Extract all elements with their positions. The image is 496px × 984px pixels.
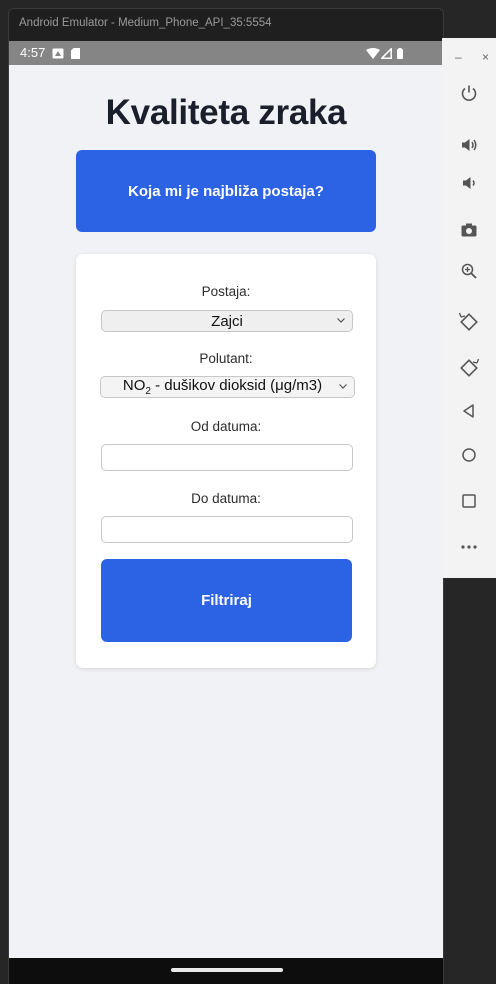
- power-icon: [461, 85, 477, 101]
- filter-card: Postaja: Zajci Polutant: NO2 - dušikov d…: [76, 254, 376, 668]
- pollutant-select-value: NO2 - dušikov dioksid (μg/m3): [123, 377, 322, 397]
- page-title: Kvaliteta zraka: [105, 93, 347, 132]
- filter-button[interactable]: Filtriraj: [101, 559, 352, 642]
- screenshot-button[interactable]: [457, 218, 481, 242]
- home-button[interactable]: [457, 443, 481, 467]
- more-icon: [461, 545, 477, 549]
- more-button[interactable]: [457, 535, 481, 559]
- overview-button[interactable]: [457, 489, 481, 513]
- to-date-label: Do datuma:: [191, 491, 261, 506]
- rotate-left-button[interactable]: [457, 310, 481, 334]
- from-date-input[interactable]: [101, 444, 353, 471]
- emulator-window: Android Emulator - Medium_Phone_API_35:5…: [8, 8, 444, 984]
- window-title: Android Emulator - Medium_Phone_API_35:5…: [19, 17, 272, 29]
- back-button[interactable]: [457, 399, 481, 423]
- pollutant-select[interactable]: NO2 - dušikov dioksid (μg/m3): [100, 376, 355, 398]
- overview-icon: [462, 494, 476, 508]
- rotate-right-icon: [460, 358, 480, 377]
- minimize-button[interactable]: –: [455, 50, 462, 64]
- close-button[interactable]: ×: [482, 50, 489, 64]
- volume-up-button[interactable]: [457, 133, 481, 157]
- pollutant-label: Polutant:: [199, 351, 253, 366]
- status-bar: 4:57: [9, 41, 443, 65]
- pollutant-name: - dušikov dioksid (μg/m3): [150, 377, 323, 394]
- chevron-down-icon: [339, 384, 347, 389]
- notification-icon: [52, 47, 64, 62]
- home-gesture-handle[interactable]: [171, 968, 283, 972]
- nearest-station-button[interactable]: Koja mi je najbliža postaja?: [76, 150, 376, 232]
- zoom-icon: [461, 263, 477, 279]
- signal-icon: [379, 46, 392, 62]
- sim-card-icon: [71, 47, 80, 62]
- station-select[interactable]: Zajci: [101, 310, 353, 332]
- battery-icon: [397, 47, 403, 62]
- back-icon: [463, 404, 474, 418]
- navigation-bar: [9, 958, 443, 984]
- emulator-toolbar: – ×: [442, 38, 496, 578]
- volume-down-button[interactable]: [457, 171, 481, 195]
- power-button[interactable]: [457, 81, 481, 105]
- station-label: Postaja:: [201, 284, 251, 299]
- volume-down-icon: [463, 177, 475, 189]
- status-time: 4:57: [20, 45, 46, 60]
- volume-up-icon: [462, 139, 477, 151]
- to-date-input[interactable]: [101, 516, 353, 543]
- pollutant-formula: NO: [122, 377, 146, 394]
- from-date-label: Od datuma:: [190, 419, 262, 434]
- rotate-left-icon: [458, 312, 478, 331]
- app-screen: Kvaliteta zraka Koja mi je najbliža post…: [9, 65, 443, 958]
- home-icon: [462, 448, 476, 462]
- chevron-down-icon: [337, 318, 345, 323]
- wifi-icon: [366, 47, 380, 62]
- zoom-button[interactable]: [457, 259, 481, 283]
- station-select-value: Zajci: [211, 312, 243, 330]
- window-titlebar: Android Emulator - Medium_Phone_API_35:5…: [9, 9, 443, 37]
- rotate-right-button[interactable]: [457, 356, 481, 380]
- camera-icon: [461, 223, 477, 237]
